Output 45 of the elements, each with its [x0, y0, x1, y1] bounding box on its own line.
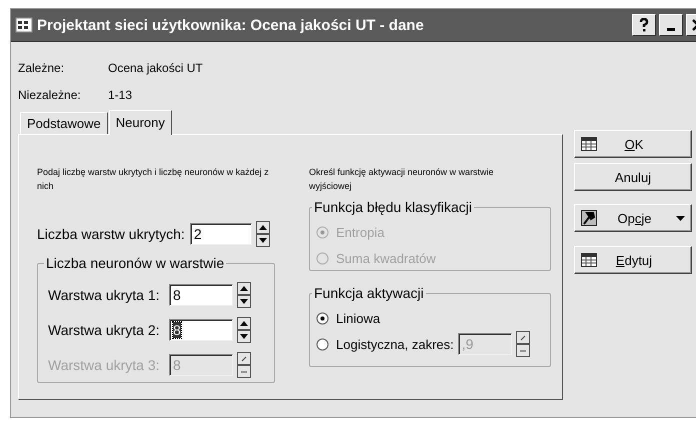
field-label: Warstwa ukryta 2: — [48, 322, 161, 338]
input-field[interactable]: 8 — [169, 318, 233, 340]
button[interactable]: Opcje — [574, 204, 692, 232]
spin-buttons[interactable] — [516, 331, 530, 357]
input-field[interactable]: 2 — [190, 223, 252, 245]
field-value: 8 — [173, 286, 181, 302]
help-icon — [639, 18, 649, 32]
field-value: Ocena jakości UT — [108, 61, 203, 75]
minimize-button[interactable] — [659, 14, 683, 36]
field-label: Zależne: — [18, 61, 66, 75]
instruction-text: Podaj liczbę warstw ukrytych i liczbę neuronów w każdej z nich — [37, 166, 270, 193]
field-label: Niezależne: — [18, 88, 82, 102]
option-label: Logistyczna, zakres: — [336, 336, 454, 352]
option-label: Liniowa — [336, 310, 380, 326]
field-label: Warstwa ukryta 3: — [48, 356, 161, 372]
tab[interactable]: Podstawowe — [20, 112, 108, 134]
button[interactable]: OK — [574, 130, 692, 158]
hammer-icon — [581, 210, 597, 226]
app-icon — [15, 16, 33, 34]
button[interactable]: Anuluj — [574, 163, 692, 191]
option-label: Suma kwadratów — [336, 250, 436, 266]
radio-button[interactable] — [316, 338, 329, 350]
field-label: Warstwa ukryta 1: — [48, 286, 161, 302]
spin-buttons[interactable] — [237, 352, 251, 378]
spin-buttons[interactable] — [237, 282, 251, 308]
spin-buttons[interactable] — [237, 316, 251, 342]
group-title: Liczba neuronów w warstwie — [45, 255, 226, 271]
minimize-icon — [667, 28, 675, 30]
window-title: Projektant sieci użytkownika: Ocena jakości UT - dane — [37, 16, 425, 34]
group-title: Funkcja błędu klasyfikacji — [313, 199, 473, 215]
field-value: 8 — [173, 356, 181, 372]
instruction-text: Określ funkcję aktywacji neuronów w warstwie wyjściowej — [309, 166, 495, 193]
spin-buttons[interactable] — [256, 221, 270, 247]
field-value: 8 — [173, 322, 181, 338]
field-label: Liczba warstw ukrytych: — [37, 226, 185, 242]
radio-button[interactable] — [316, 312, 329, 324]
input-field[interactable]: 8 — [169, 284, 233, 306]
tab[interactable]: Neurony — [108, 110, 172, 135]
table-icon — [581, 137, 597, 151]
table-icon — [581, 253, 597, 267]
field-value: 1-13 — [108, 88, 132, 102]
option-label: Entropia — [336, 224, 384, 240]
button[interactable]: Edytuj — [574, 246, 692, 274]
help-button[interactable] — [632, 14, 656, 36]
group-title: Funkcja aktywacji — [313, 285, 425, 301]
